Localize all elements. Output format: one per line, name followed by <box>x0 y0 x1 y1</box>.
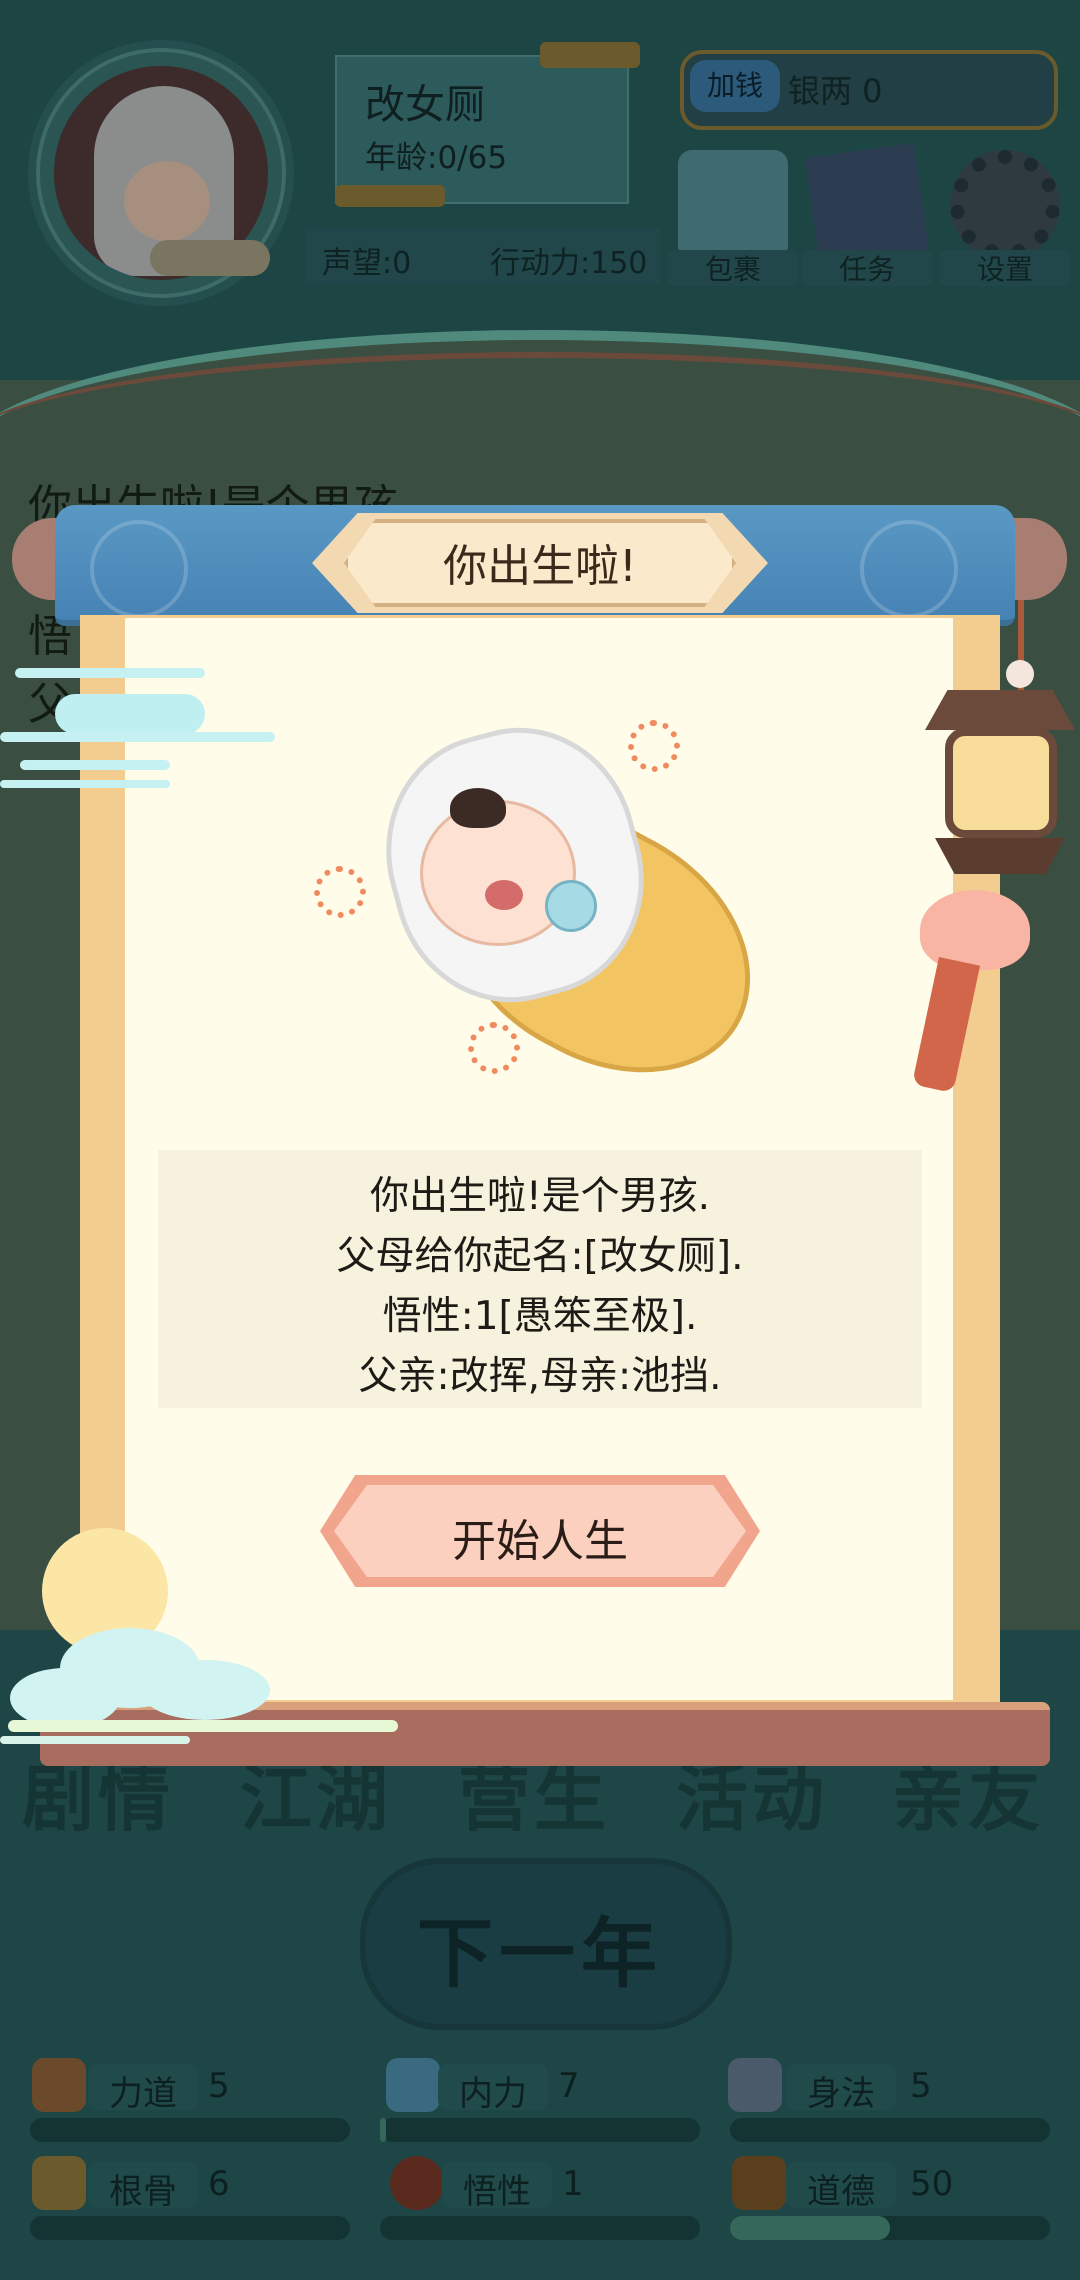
inner-power-bar-fill <box>380 2118 387 2142</box>
reputation-stat: 声望:0 <box>322 246 412 281</box>
flower-icon <box>314 866 366 918</box>
cloud-ornament <box>55 694 205 734</box>
baby-hair <box>450 788 506 828</box>
task-label[interactable]: 任务 <box>802 248 932 288</box>
cloud-ornament <box>10 1668 120 1728</box>
newborn-illustration <box>359 702 796 1120</box>
bag-label[interactable]: 包裹 <box>668 248 798 288</box>
strength-icon <box>32 2058 86 2112</box>
morality-bar <box>730 2216 1050 2240</box>
inner-power-label: 内力 <box>459 2074 527 2114</box>
inner-power-value: 7 <box>558 2066 580 2106</box>
plate-scroll-ornament <box>335 185 445 207</box>
strength-label: 力道 <box>109 2074 177 2114</box>
birth-message-line: 你出生啦!是个男孩. <box>369 1174 711 1219</box>
morality-bar-fill <box>730 2216 890 2240</box>
comprehension-icon <box>390 2156 444 2210</box>
cloud-ornament <box>15 668 205 678</box>
avatar-cloud-ornament <box>150 240 270 276</box>
silver-amount: 银两 0 <box>788 72 883 110</box>
cloud-ornament <box>0 732 275 742</box>
avatar-face <box>124 161 210 241</box>
next-year-label[interactable]: 下一年 <box>360 1892 720 2002</box>
cloud-ornament <box>20 760 170 770</box>
agility-icon <box>728 2058 782 2112</box>
player-name: 改女厕 <box>365 82 485 128</box>
add-money-button[interactable]: 加钱 <box>690 60 780 112</box>
cloud-ornament <box>0 1736 190 1744</box>
agility-bar <box>730 2118 1050 2142</box>
birth-message-line: 父亲:改挥,母亲:池挡. <box>358 1354 722 1399</box>
morality-icon <box>732 2156 786 2210</box>
settings-label[interactable]: 设置 <box>940 248 1070 288</box>
bone-bar <box>30 2216 350 2240</box>
morality-label: 道德 <box>807 2172 875 2212</box>
comprehension-label: 悟性 <box>463 2172 531 2212</box>
inner-power-icon <box>386 2058 440 2112</box>
inner-power-bar <box>380 2118 700 2142</box>
morality-value: 50 <box>910 2164 954 2204</box>
swirl-ornament <box>860 520 958 618</box>
strength-bar <box>30 2118 350 2142</box>
baby-mouth <box>485 880 523 910</box>
modal-title: 你出生啦! <box>443 541 637 592</box>
comprehension-bar <box>380 2216 700 2240</box>
plate-scroll-ornament <box>540 42 640 68</box>
bone-value: 6 <box>208 2164 230 2204</box>
bag-icon[interactable] <box>678 150 788 260</box>
lotus-icon <box>920 890 1030 970</box>
cloud-ornament <box>8 1720 398 1732</box>
pacifier-icon <box>545 880 597 932</box>
gear-icon[interactable] <box>950 150 1060 260</box>
action-points-stat: 行动力:150 <box>490 246 648 281</box>
cloud-ornament <box>140 1660 270 1720</box>
lantern-icon <box>925 690 1075 730</box>
agility-label: 身法 <box>807 2074 875 2114</box>
flower-icon <box>628 720 680 772</box>
lantern-body <box>945 728 1057 838</box>
comprehension-value: 1 <box>562 2164 584 2204</box>
cloud-ornament <box>0 780 170 788</box>
flower-icon <box>468 1022 520 1074</box>
swirl-ornament <box>90 520 188 618</box>
bone-icon <box>32 2156 86 2210</box>
birth-message-line: 父母给你起名:[改女厕]. <box>336 1234 744 1279</box>
birth-message-line: 悟性:1[愚笨至极]. <box>382 1294 698 1339</box>
strength-value: 5 <box>208 2066 230 2106</box>
lantern-base <box>935 838 1065 874</box>
lantern-bead <box>1006 660 1034 688</box>
bone-label: 根骨 <box>109 2172 177 2212</box>
agility-value: 5 <box>910 2066 932 2106</box>
start-life-label[interactable]: 开始人生 <box>320 1505 760 1569</box>
player-age: 年龄:0/65 <box>365 140 508 176</box>
